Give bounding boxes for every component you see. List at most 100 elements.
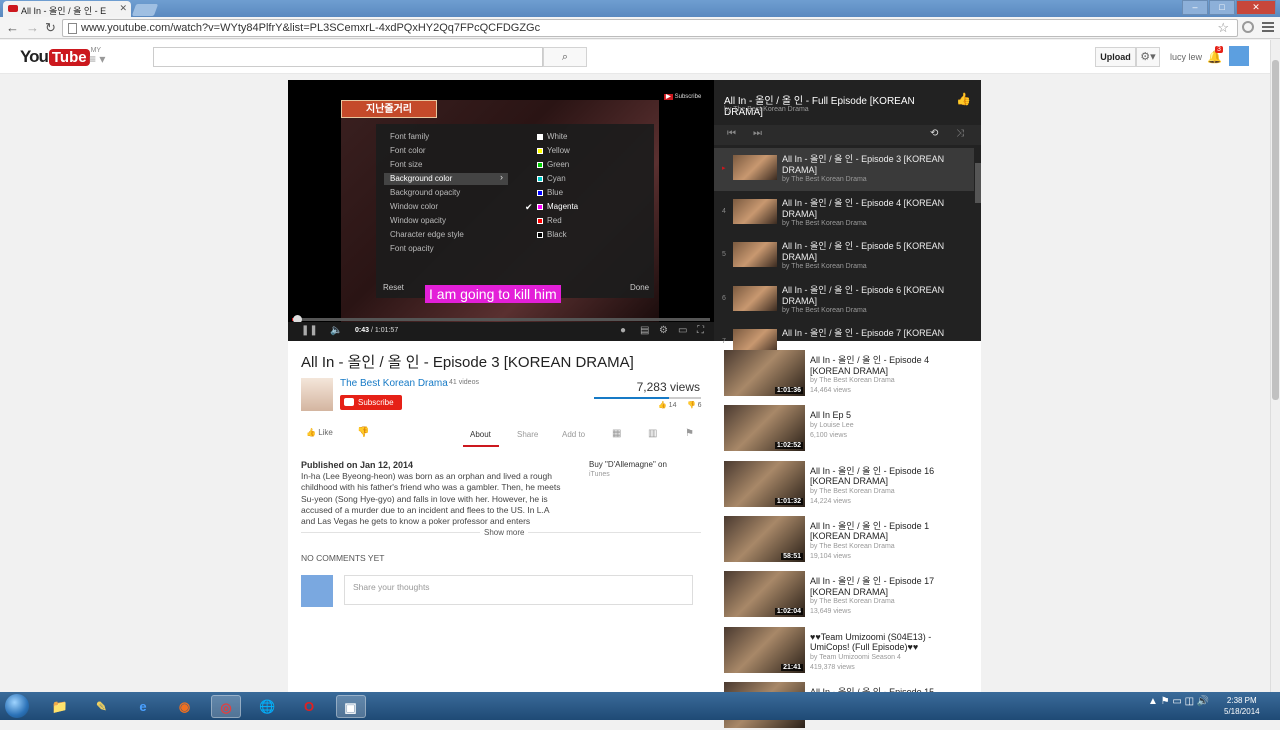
- playlist-item-thumbnail[interactable]: [733, 242, 777, 267]
- tab-close-icon[interactable]: ✕: [119, 3, 127, 14]
- caption-option[interactable]: Background color: [390, 174, 452, 183]
- theater-mode-icon[interactable]: ▭: [678, 325, 687, 336]
- annotations-icon[interactable]: ●: [620, 325, 626, 336]
- window-app-icon[interactable]: ▣: [335, 695, 366, 718]
- playlist-item-thumbnail[interactable]: [733, 285, 777, 311]
- playlist-item-title[interactable]: All In - 올인 / 올 인 - Episode 6 [KOREAN DR…: [782, 285, 962, 307]
- related-video-channel[interactable]: by Team Umizoomi Season 4: [810, 654, 901, 661]
- caption-option[interactable]: Window color: [390, 202, 438, 211]
- playlist-item-thumbnail[interactable]: [733, 198, 777, 224]
- caption-color-option[interactable]: White: [537, 132, 567, 141]
- search-input[interactable]: [153, 47, 543, 67]
- caption-option[interactable]: Character edge style: [390, 230, 464, 239]
- internet-explorer-icon[interactable]: e: [128, 695, 158, 718]
- playlist-owner[interactable]: by The Best Korean Drama: [724, 106, 809, 113]
- hamburger-menu-icon[interactable]: [1262, 22, 1274, 34]
- report-flag-icon[interactable]: ⚑: [685, 428, 694, 439]
- caption-color-option[interactable]: Yellow: [537, 146, 570, 155]
- tab-about[interactable]: About: [470, 430, 491, 439]
- caption-color-option[interactable]: Black: [537, 230, 567, 239]
- settings-gear-icon[interactable]: ⚙: [659, 325, 668, 336]
- playlist-like-icon[interactable]: 👍: [956, 92, 971, 106]
- related-video-thumbnail[interactable]: 1:02:04: [724, 571, 805, 618]
- channel-name[interactable]: The Best Korean Drama: [340, 378, 448, 389]
- pencil-app-icon[interactable]: ✎: [87, 695, 117, 718]
- user-avatar[interactable]: [1229, 46, 1249, 66]
- related-video-thumbnail[interactable]: 1:02:52: [724, 405, 805, 452]
- show-more-button[interactable]: Show more: [480, 528, 529, 537]
- back-arrow-icon[interactable]: ←: [6, 20, 19, 35]
- next-icon[interactable]: ⏭: [753, 128, 762, 139]
- related-video-title[interactable]: ♥♥Team Umizoomi (S04E13) - UmiCops! (Ful…: [810, 632, 970, 653]
- maximize-button[interactable]: □: [1209, 0, 1235, 15]
- guide-menu-icon[interactable]: ≡ ▾: [89, 52, 105, 66]
- opera-icon[interactable]: O: [294, 695, 324, 718]
- caption-option[interactable]: Font family: [390, 132, 429, 141]
- window-close-button[interactable]: ✕: [1236, 0, 1276, 15]
- reload-icon[interactable]: ↻: [45, 20, 56, 36]
- shuffle-icon[interactable]: ⤨: [956, 128, 964, 139]
- like-button[interactable]: 👍 Like: [306, 428, 333, 437]
- related-video-title[interactable]: All In - 올인 / 올 인 - Episode 17 [KOREAN D…: [810, 576, 970, 597]
- new-tab-button[interactable]: [131, 4, 159, 16]
- settings-button[interactable]: ⚙▾: [1136, 47, 1160, 67]
- loop-icon[interactable]: ⟲: [930, 128, 938, 139]
- comment-input[interactable]: Share your thoughts: [344, 575, 693, 605]
- chrome-icon[interactable]: ◎: [211, 695, 241, 718]
- browser-tab[interactable]: All In - 올인 / 올 인 - E ✕: [3, 1, 131, 17]
- caption-color-option[interactable]: Green: [537, 160, 569, 169]
- related-video-title[interactable]: All In - 올인 / 올 인 - Episode 1 [KOREAN DR…: [810, 521, 970, 542]
- forward-arrow-icon[interactable]: →: [26, 20, 39, 35]
- user-name[interactable]: lucy lew: [1170, 52, 1202, 62]
- caption-option[interactable]: Font opacity: [390, 244, 434, 253]
- playlist-item-title[interactable]: All In - 올인 / 올 인 - Episode 3 [KOREAN DR…: [782, 154, 962, 176]
- page-scrollbar-thumb[interactable]: [1272, 60, 1279, 400]
- firefox-icon[interactable]: ◉: [170, 695, 200, 718]
- upload-button[interactable]: Upload: [1095, 47, 1136, 67]
- extension-icon[interactable]: [1242, 21, 1254, 33]
- caption-color-option[interactable]: Cyan: [537, 174, 566, 183]
- subscribe-button[interactable]: Subscribe: [340, 395, 402, 410]
- playlist-item-title[interactable]: All In - 올인 / 올 인 - Episode 7 [KOREAN: [782, 328, 962, 339]
- related-video-title[interactable]: All In Ep 5: [810, 410, 970, 421]
- volume-icon[interactable]: 🔈: [330, 325, 342, 336]
- playlist-scrollbar[interactable]: [975, 163, 981, 203]
- related-video-channel[interactable]: by The Best Korean Drama: [810, 377, 895, 384]
- related-video-title[interactable]: All In - 올인 / 올 인 - Episode 16 [KOREAN D…: [810, 466, 970, 487]
- minimize-button[interactable]: –: [1182, 0, 1208, 15]
- tab-share[interactable]: Share: [517, 430, 538, 439]
- related-video-thumbnail[interactable]: 1:01:36: [724, 350, 805, 396]
- fullscreen-icon[interactable]: ⛶: [697, 325, 704, 336]
- captions-icon[interactable]: ▤: [640, 325, 649, 336]
- playlist-title[interactable]: All In - 올인 / 올 인 - Full Episode [KOREAN…: [724, 92, 954, 118]
- playlist-item-thumbnail[interactable]: [733, 155, 777, 180]
- network-globe-icon[interactable]: 🌐: [253, 695, 283, 718]
- caption-option[interactable]: Background opacity: [390, 188, 460, 197]
- related-video-channel[interactable]: by Louise Lee: [810, 422, 854, 429]
- related-video-channel[interactable]: by The Best Korean Drama: [810, 488, 895, 495]
- channel-avatar[interactable]: [301, 378, 333, 411]
- tab-add-to[interactable]: Add to: [562, 430, 585, 439]
- caption-option[interactable]: Font size: [390, 160, 422, 169]
- caption-color-option[interactable]: Blue: [537, 188, 563, 197]
- reset-button[interactable]: Reset: [383, 283, 404, 292]
- address-bar[interactable]: www.youtube.com/watch?v=WYty84PlfrY&list…: [62, 19, 1238, 37]
- dislike-button-icon[interactable]: 👎: [357, 427, 369, 438]
- related-video-thumbnail[interactable]: 58:51: [724, 515, 805, 562]
- caption-color-option[interactable]: Magenta: [537, 202, 578, 211]
- related-video-title[interactable]: All In - 올인 / 올 인 - Episode 4 [KOREAN DR…: [810, 355, 970, 376]
- subscribe-watermark[interactable]: ▶ Subscribe: [664, 93, 701, 100]
- system-tray-icons[interactable]: ▲ ⚑ ▭ ◫ 🔊: [1148, 696, 1209, 707]
- progress-bar[interactable]: [292, 318, 710, 321]
- channel-video-count[interactable]: 41 videos: [449, 379, 479, 386]
- transcript-icon[interactable]: ▦: [612, 428, 621, 439]
- caption-color-option[interactable]: Red: [537, 216, 562, 225]
- related-video-channel[interactable]: by The Best Korean Drama: [810, 598, 895, 605]
- statistics-icon[interactable]: ▥: [648, 428, 657, 439]
- like-count[interactable]: 👍 14: [658, 401, 676, 409]
- windows-explorer-icon[interactable]: 📁: [45, 695, 75, 718]
- playlist-item-title[interactable]: All In - 올인 / 올 인 - Episode 4 [KOREAN DR…: [782, 198, 962, 220]
- itunes-link[interactable]: iTunes: [589, 471, 610, 478]
- buy-music-link[interactable]: Buy "D'Allemagne" on: [589, 460, 667, 469]
- related-video-thumbnail[interactable]: 1:01:32: [724, 460, 805, 507]
